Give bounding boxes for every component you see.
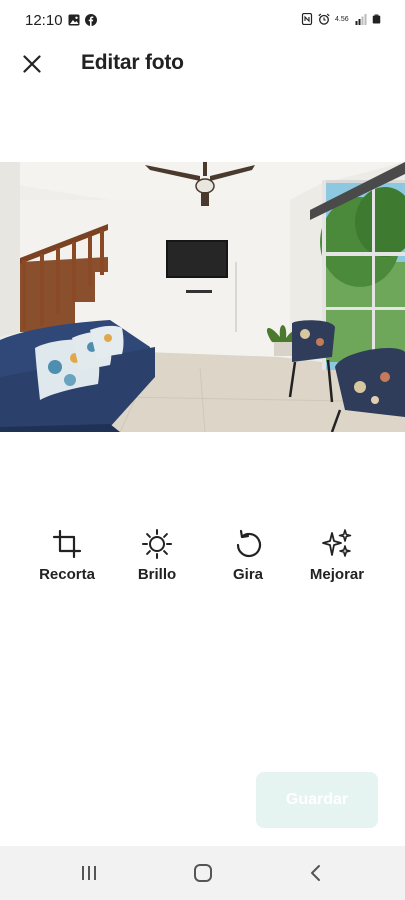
sparkle-icon: [322, 529, 352, 557]
network-speed-text: 4.56: [335, 15, 349, 23]
status-left-icons: [68, 14, 97, 26]
nfc-icon: [301, 13, 313, 25]
close-icon: [23, 55, 41, 73]
battery-icon: [372, 14, 381, 24]
alarm-icon: [318, 13, 330, 25]
status-time: 12:10: [25, 12, 63, 29]
brightness-icon: [142, 529, 172, 559]
recent-apps-button[interactable]: [69, 859, 109, 887]
tool-rotate[interactable]: Gira: [208, 528, 288, 583]
tool-label-brightness: Brillo: [137, 566, 177, 583]
facebook-icon: [85, 14, 97, 26]
page-title: Editar foto: [81, 51, 184, 74]
save-button[interactable]: Guardar: [256, 772, 378, 828]
crop-icon: [52, 529, 82, 559]
rotate-icon: [236, 529, 262, 558]
tool-crop[interactable]: Recorta: [27, 528, 107, 583]
photo-preview: [0, 162, 405, 432]
navigation-bar: [0, 846, 405, 900]
status-bar: 12:10 4.56: [0, 0, 405, 42]
header: Editar foto: [0, 42, 405, 86]
home-button[interactable]: [183, 859, 223, 887]
gallery-icon: [68, 14, 80, 26]
signal-icon: [355, 14, 367, 25]
edit-tools: Recorta Brillo Gira Mejorar: [0, 528, 405, 598]
close-button[interactable]: [16, 48, 48, 80]
tool-label-crop: Recorta: [39, 566, 95, 583]
living-room-photo: [0, 162, 405, 432]
recent-apps-icon: [82, 866, 96, 880]
tool-label-enhance: Mejorar: [309, 566, 365, 583]
back-button[interactable]: [296, 859, 336, 887]
status-right-icons: 4.56: [301, 13, 381, 25]
tool-enhance[interactable]: Mejorar: [297, 528, 377, 583]
home-icon: [194, 864, 212, 882]
tool-label-rotate: Gira: [232, 566, 263, 583]
tool-brightness[interactable]: Brillo: [117, 528, 197, 583]
back-icon: [311, 865, 320, 881]
